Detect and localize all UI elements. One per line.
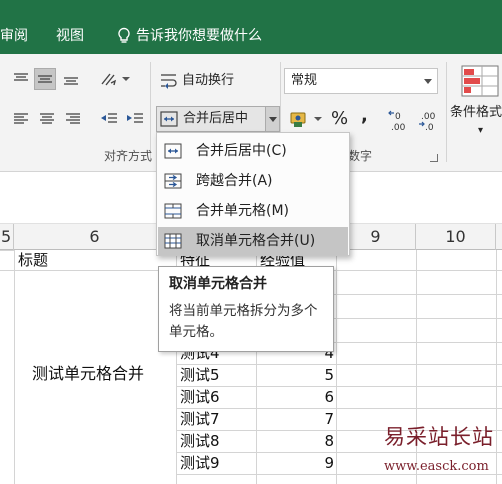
alignment-group-label: 对齐方式	[104, 149, 153, 163]
tell-me-search[interactable]: 告诉我你想要做什么	[136, 26, 262, 46]
merge-center-icon	[164, 143, 182, 159]
menu-item-label: 合并后居中(C)	[196, 143, 287, 159]
wrap-text-label[interactable]: 自动换行	[182, 72, 234, 90]
orientation-icon[interactable]	[98, 68, 132, 90]
menu-item-merge-across[interactable]: 跨越合并(A)	[158, 167, 348, 195]
merge-dropdown-menu: 合并后居中(C) 跨越合并(A) 合并单元格(M) 取消单元格合并(U)	[156, 132, 350, 256]
merge-across-icon	[164, 173, 182, 189]
increase-indent-icon[interactable]	[124, 108, 146, 130]
accounting-format-icon[interactable]	[288, 108, 324, 130]
table-row-value[interactable]: 7	[256, 409, 334, 429]
comma-style-button[interactable]: ,	[361, 106, 368, 126]
chevron-down-icon[interactable]: ▾	[478, 122, 483, 140]
site-watermark: 易采站长站 www.easck.com	[368, 422, 502, 484]
table-row-value[interactable]: 9	[256, 453, 334, 473]
ribbon-tab-bar: 审阅 视图 告诉我你想要做什么	[0, 0, 502, 54]
table-row-value[interactable]: 5	[256, 365, 334, 385]
align-right-icon[interactable]	[62, 108, 84, 130]
decrease-decimal-icon[interactable]: .00.0	[418, 108, 444, 134]
align-left-icon[interactable]	[10, 108, 32, 130]
gridline	[336, 250, 337, 484]
gridline	[176, 408, 502, 409]
gridline	[0, 250, 14, 251]
merged-cell[interactable]: 测试单元格合并	[32, 364, 144, 384]
align-center-icon[interactable]	[36, 108, 58, 130]
svg-text:.00: .00	[421, 112, 436, 122]
column-header[interactable]: 10	[416, 224, 496, 250]
align-top-icon[interactable]	[10, 68, 32, 90]
ribbon-separator	[446, 62, 447, 162]
number-format-value: 常规	[291, 73, 318, 88]
menu-item-merge-cells[interactable]: 合并单元格(M)	[158, 197, 348, 225]
tab-view[interactable]: 视图	[56, 26, 84, 46]
lightbulb-icon	[116, 27, 132, 45]
cell-header-title[interactable]: 标题	[18, 250, 48, 270]
watermark-name: 易采站长站	[384, 425, 494, 449]
conditional-format-icon[interactable]	[460, 64, 500, 98]
table-row-label[interactable]: 测试7	[180, 409, 220, 429]
tooltip-body: 将当前单元格拆分为多个单元格。	[169, 303, 318, 340]
svg-text:.0: .0	[425, 123, 434, 133]
table-row-label[interactable]: 测试6	[180, 387, 220, 407]
chevron-down-icon	[269, 117, 277, 122]
conditional-format-label[interactable]: 条件格式	[450, 104, 502, 122]
unmerge-cells-icon	[164, 233, 182, 249]
watermark-url: www.easck.com	[384, 459, 489, 474]
tab-review[interactable]: 审阅	[0, 26, 28, 46]
merge-center-label: 合并后居中	[183, 111, 249, 126]
align-bottom-icon[interactable]	[60, 68, 82, 90]
gridline	[14, 250, 15, 484]
merge-dropdown-arrow[interactable]	[265, 107, 279, 131]
gridline	[176, 364, 502, 365]
percent-style-button[interactable]: %	[331, 109, 348, 129]
menu-item-merge-center[interactable]: 合并后居中(C)	[158, 137, 348, 165]
merge-center-icon	[159, 109, 179, 133]
table-row-value[interactable]: 6	[256, 387, 334, 407]
svg-text:.00: .00	[391, 123, 406, 133]
tooltip-title: 取消单元格合并	[169, 276, 267, 292]
column-header[interactable]: 5	[0, 224, 14, 250]
menu-item-label: 取消单元格合并(U)	[196, 233, 316, 249]
chevron-down-icon	[424, 79, 432, 84]
table-row-value[interactable]: 8	[256, 431, 334, 451]
menu-item-label: 跨越合并(A)	[196, 173, 273, 189]
number-format-select[interactable]: 常规	[284, 68, 438, 94]
increase-decimal-icon[interactable]: 0.00	[388, 108, 414, 134]
svg-text:0: 0	[395, 112, 401, 122]
number-group-label: 数字	[348, 149, 373, 163]
menu-item-label: 合并单元格(M)	[196, 203, 290, 219]
merge-cells-icon	[164, 203, 182, 219]
gridline	[176, 386, 502, 387]
column-header[interactable]: 6	[14, 224, 176, 250]
menu-item-unmerge-cells[interactable]: 取消单元格合并(U)	[158, 227, 348, 255]
number-dialog-launcher-icon[interactable]	[430, 154, 438, 162]
merge-center-button[interactable]: 合并后居中	[156, 106, 280, 132]
unmerge-tooltip: 取消单元格合并 将当前单元格拆分为多个单元格。	[158, 266, 334, 352]
align-middle-icon[interactable]	[34, 68, 56, 90]
wrap-text-icon[interactable]	[158, 70, 180, 92]
table-row-label[interactable]: 测试9	[180, 453, 220, 473]
ribbon-separator	[150, 62, 151, 162]
decrease-indent-icon[interactable]	[98, 108, 120, 130]
table-row-label[interactable]: 测试5	[180, 365, 220, 385]
table-row-label[interactable]: 测试8	[180, 431, 220, 451]
